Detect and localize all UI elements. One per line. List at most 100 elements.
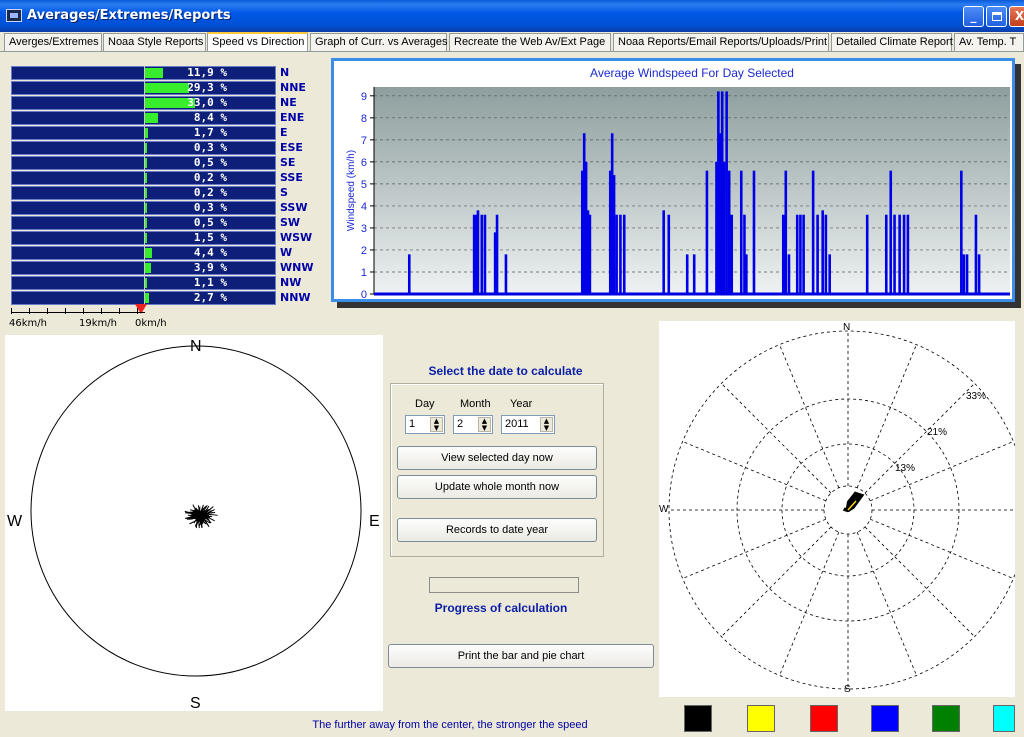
- scale-tick: [29, 308, 30, 314]
- month-value: 2: [457, 418, 464, 430]
- y-tick-label: 2: [361, 245, 367, 257]
- polar-w-label: W: [659, 504, 669, 515]
- windspeed-spike: [612, 175, 616, 294]
- direction-bar-percent: 1,1 %: [193, 276, 227, 289]
- scale-tick: [47, 308, 48, 314]
- tab-recreate-web-page[interactable]: Recreate the Web Av/Ext Page: [449, 33, 611, 51]
- maximize-button[interactable]: [986, 6, 1007, 27]
- direction-bar-percent: 4,4 %: [193, 246, 227, 259]
- date-select-group: Day Month Year 1 ▲ ▼ 2 ▲ ▼ 2011 ▲ ▼ View se…: [390, 383, 604, 557]
- update-month-button[interactable]: Update whole month now: [397, 475, 597, 499]
- wind-scatter-stroke: [202, 515, 213, 518]
- direction-label-e: E: [280, 126, 288, 139]
- polar-n-label: N: [843, 322, 851, 333]
- minimize-button[interactable]: _: [963, 6, 984, 27]
- close-button[interactable]: X: [1009, 6, 1024, 27]
- color-swatch-black[interactable]: [684, 705, 712, 732]
- window-title: Averages/Extremes/Reports: [27, 8, 231, 23]
- spin-down-icon[interactable]: ▼: [431, 425, 442, 432]
- scale-label-max: 46km/h: [9, 318, 47, 329]
- year-label: Year: [510, 398, 533, 410]
- windspeed-spike: [795, 214, 799, 294]
- color-swatch-red[interactable]: [810, 705, 838, 732]
- y-tick-label: 6: [361, 157, 367, 169]
- tab-av-temp[interactable]: Av. Temp. T: [954, 33, 1024, 51]
- direction-label-n: N: [280, 66, 290, 79]
- records-year-button[interactable]: Records to date year: [397, 518, 597, 542]
- color-swatch-yellow[interactable]: [747, 705, 775, 732]
- windspeed-spike: [725, 91, 728, 294]
- tab-detailed-climate-report[interactable]: Detailed Climate Report: [831, 33, 953, 51]
- direction-bar-fill: [145, 113, 158, 123]
- spin-down-icon[interactable]: ▼: [541, 425, 552, 432]
- year-spinner[interactable]: 2011 ▲ ▼: [501, 415, 555, 434]
- y-axis-label: Windspeed (km/h): [346, 150, 357, 231]
- direction-label-wsw: WSW: [280, 231, 313, 244]
- windspeed-spike: [662, 210, 665, 294]
- day-spinner[interactable]: 1 ▲ ▼: [405, 415, 445, 434]
- day-spin-arrows[interactable]: ▲ ▼: [430, 417, 443, 432]
- direction-bar-percent: 0,3 %: [193, 201, 227, 214]
- direction-label-w: W: [280, 246, 293, 259]
- windspeed-spike: [821, 210, 824, 294]
- tab-speed-vs-direction[interactable]: Speed vs Direction: [207, 32, 308, 51]
- month-spinner[interactable]: 2 ▲ ▼: [453, 415, 493, 434]
- y-tick-label: 8: [361, 113, 367, 125]
- color-swatch-blue[interactable]: [871, 705, 899, 732]
- windspeed-spike: [622, 214, 626, 294]
- direction-bar-chart: 11,9 % N 29,3 % NNE 33,0 % NE 8,4 % ENE 1,7 % E 0,…: [0, 66, 330, 306]
- color-swatch-green[interactable]: [932, 705, 960, 732]
- windspeed-chart-panel: Average Windspeed For Day Selected Windsp…: [331, 58, 1015, 302]
- windspeed-spike: [965, 254, 969, 294]
- windspeed-spike: [615, 214, 618, 294]
- polar-spoke: [870, 441, 1014, 502]
- y-tick-label: 1: [361, 267, 367, 279]
- windspeed-spike: [407, 254, 411, 294]
- direction-bar-fill: [145, 263, 151, 273]
- direction-bar-percent: 0,3 %: [193, 141, 227, 154]
- progress-label: Progress of calculation: [434, 601, 568, 615]
- direction-bar-fill: [145, 203, 147, 213]
- windspeed-spike: [784, 170, 788, 294]
- direction-bar-percent: 0,2 %: [193, 186, 227, 199]
- year-spin-arrows[interactable]: ▲ ▼: [540, 417, 553, 432]
- windspeed-spike: [752, 170, 756, 294]
- polar-s-label: S: [844, 684, 851, 695]
- windspeed-spike: [802, 214, 805, 294]
- direction-label-wnw: WNW: [280, 261, 314, 274]
- direction-label-sw: SW: [280, 216, 301, 229]
- scale-tick: [11, 308, 12, 314]
- print-chart-button[interactable]: Print the bar and pie chart: [388, 644, 654, 668]
- direction-bar-fill: [145, 278, 147, 288]
- tab-graph-curr-vs-averages[interactable]: Graph of Curr. vs Averages: [310, 33, 447, 51]
- windspeed-spike: [799, 214, 802, 294]
- tab-averages-extremes[interactable]: Averges/Extremes: [4, 33, 102, 51]
- month-label: Month: [460, 398, 491, 410]
- day-label: Day: [415, 398, 435, 410]
- title-bar: Averages/Extremes/Reports _ X: [0, 0, 1024, 32]
- scale-axis: [11, 312, 145, 313]
- windspeed-spike: [476, 210, 480, 294]
- windspeed-spike: [906, 214, 910, 294]
- month-spin-arrows[interactable]: ▲ ▼: [478, 417, 491, 432]
- scale-label-zero: 0km/h: [135, 318, 167, 329]
- windspeed-spike: [962, 254, 966, 294]
- scale-tick: [65, 308, 66, 314]
- wind-scatter-cluster: [184, 504, 218, 529]
- compass-w-label: W: [7, 513, 23, 530]
- bar-zero-line: [144, 66, 145, 306]
- scale-tick: [101, 308, 102, 314]
- app-icon: [6, 9, 22, 22]
- polar-spoke: [721, 383, 832, 494]
- y-tick-label: 3: [361, 223, 367, 235]
- color-swatch-cyan[interactable]: [993, 705, 1015, 732]
- tab-noaa-email-uploads-print[interactable]: Noaa Reports/Email Reports/Uploads/Print: [613, 33, 829, 51]
- view-day-button[interactable]: View selected day now: [397, 446, 597, 470]
- windspeed-spike: [667, 214, 671, 294]
- windspeed-chart: Average Windspeed For Day Selected Windsp…: [346, 66, 1010, 299]
- spin-down-icon[interactable]: ▼: [479, 425, 490, 432]
- polar-rose-shape: [842, 491, 865, 513]
- windspeed-spike: [824, 214, 828, 294]
- scale-tick: [119, 308, 120, 314]
- tab-noaa-style-reports[interactable]: Noaa Style Reports: [103, 33, 206, 51]
